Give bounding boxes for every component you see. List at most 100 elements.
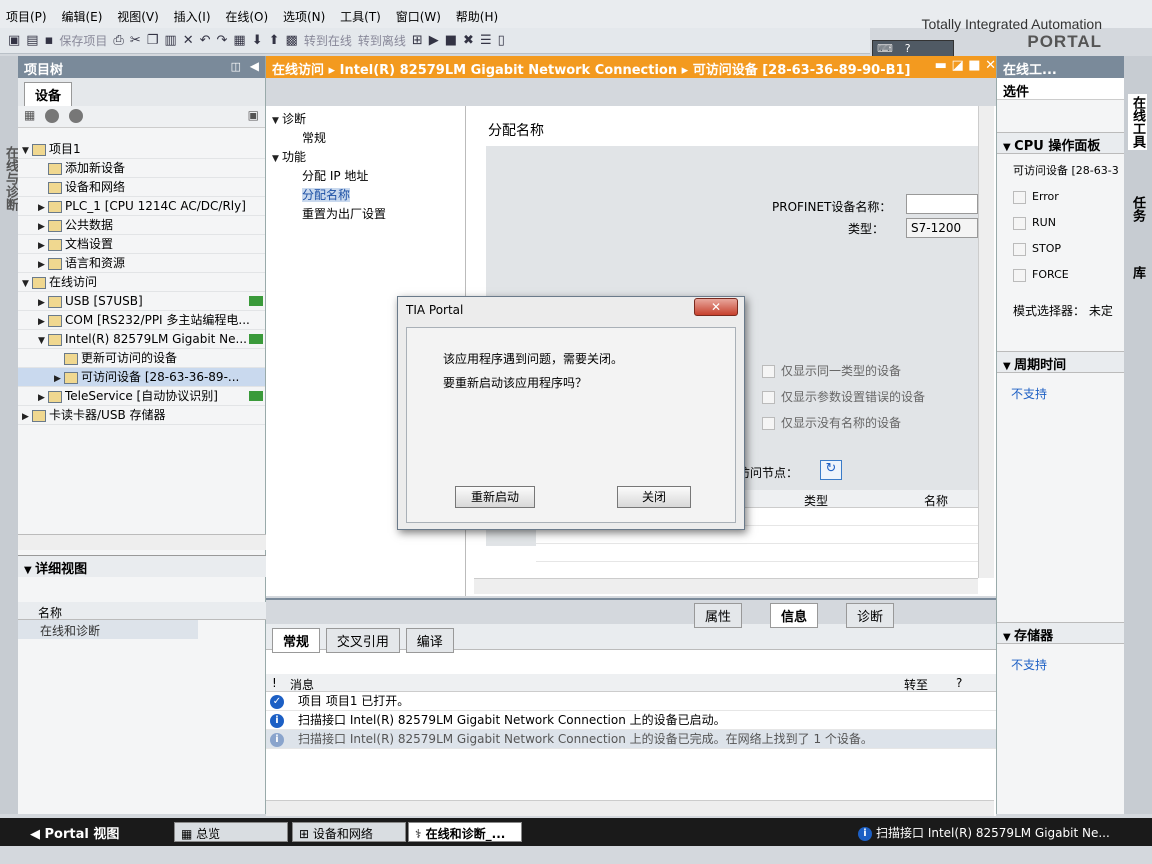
nav-item[interactable]: 分配 IP 地址: [266, 167, 465, 186]
tree-expander-icon[interactable]: ▶: [38, 218, 48, 234]
menu-help[interactable]: 帮助(H): [450, 0, 503, 25]
cross-refs-icon[interactable]: ✖: [463, 33, 474, 48]
breadcrumb-1[interactable]: 在线访问: [272, 63, 324, 78]
tree-item[interactable]: ▶ COM [RS232/PPI 多主站编程电...: [18, 311, 265, 330]
profinet-name-field[interactable]: [906, 194, 978, 214]
start-cpu-icon[interactable]: ▶: [429, 33, 439, 48]
filter-wrong-params-checkbox[interactable]: [762, 391, 775, 404]
detail-view-header[interactable]: ▼ 详细视图: [18, 555, 266, 577]
close-button[interactable]: 关闭: [617, 486, 691, 508]
filter-no-name-checkbox[interactable]: [762, 417, 775, 430]
cut-icon[interactable]: ✂: [130, 33, 141, 48]
save-project-button[interactable]: 保存项目: [59, 32, 107, 49]
libraries-vtab[interactable]: 库: [1128, 266, 1147, 279]
tree-hscrollbar[interactable]: [18, 534, 266, 550]
tree-expander-icon[interactable]: ▶: [38, 237, 48, 253]
nav-expander-icon[interactable]: ▼: [272, 150, 282, 169]
menu-view[interactable]: 视图(V): [111, 0, 164, 25]
tree-expander-icon[interactable]: ▼: [38, 332, 48, 348]
tree-item[interactable]: ▼ 在线访问: [18, 273, 265, 292]
tab-info[interactable]: 信息: [770, 603, 819, 628]
taskbar-overview[interactable]: ▦ 总览: [174, 822, 288, 842]
nav-item[interactable]: ▼ 功能: [266, 148, 465, 167]
copy-icon[interactable]: ❐: [147, 33, 159, 48]
accessible-devices-icon[interactable]: ⊞: [412, 33, 423, 48]
tree-expander-icon[interactable]: ▶: [38, 199, 48, 215]
tree-item[interactable]: ▶ 文档设置: [18, 235, 265, 254]
tree-expander-icon[interactable]: ▶: [54, 370, 64, 386]
tree-expander-icon[interactable]: ▶: [38, 389, 48, 405]
menu-options[interactable]: 选项(N): [277, 0, 330, 25]
tree-item[interactable]: ▶ 公共数据: [18, 216, 265, 235]
tree-settings-icon[interactable]: ▣: [248, 108, 259, 122]
tree-item[interactable]: ▶ 卡读卡器/USB 存储器: [18, 406, 265, 425]
new-item-icon[interactable]: ▦: [24, 108, 35, 122]
stop-cpu-icon[interactable]: ■: [445, 33, 457, 48]
tab-cross-refs[interactable]: 交叉引用: [325, 628, 400, 653]
filter-wrong-params[interactable]: 仅显示参数设置错误的设备: [762, 388, 925, 405]
keyboard-icon[interactable]: ⌨: [873, 42, 893, 55]
tree-item[interactable]: ▶ PLC_1 [CPU 1214C AC/DC/Rly]: [18, 197, 265, 216]
undo-icon[interactable]: ↶: [200, 33, 211, 48]
forward-icon[interactable]: [69, 108, 83, 123]
message-row[interactable]: ✓ 项目 项目1 已打开。: [266, 692, 996, 711]
redo-icon[interactable]: ↷: [217, 33, 228, 48]
split-horizontal-icon[interactable]: ☰: [480, 33, 492, 48]
tasks-vtab[interactable]: 任务: [1128, 196, 1147, 222]
download-icon[interactable]: ⬇: [252, 33, 263, 48]
nav-item[interactable]: 重置为出厂设置: [266, 205, 465, 224]
compile-icon[interactable]: ▦: [233, 33, 245, 48]
editor-window-controls[interactable]: ▬ ◪ ■ ✕: [935, 58, 996, 73]
tree-expander-icon[interactable]: ▶: [38, 294, 48, 310]
tab-general[interactable]: 常规: [272, 628, 321, 653]
cpu-panel-header[interactable]: ▼ CPU 操作面板: [997, 132, 1124, 154]
tree-item[interactable]: ▼ 项目1: [18, 140, 265, 159]
devices-tab[interactable]: 设备: [24, 82, 73, 106]
tree-item[interactable]: ▶ 可访问设备 [28-63-36-89-...: [18, 368, 265, 387]
menu-tools[interactable]: 工具(T): [334, 0, 386, 25]
upload-icon[interactable]: ⬆: [269, 33, 280, 48]
taskbar-status[interactable]: i 扫描接口 Intel(R) 82579LM Gigabit Ne...: [858, 824, 1110, 841]
split-vertical-icon[interactable]: ▯: [498, 33, 505, 48]
menu-online[interactable]: 在线(O): [219, 0, 273, 25]
nav-item[interactable]: ▼ 诊断: [266, 110, 465, 129]
taskbar-online-diag[interactable]: ⚕ 在线和诊断_...: [408, 822, 522, 842]
tree-expander-icon[interactable]: ▼: [22, 275, 32, 291]
breadcrumb-3[interactable]: 可访问设备 [28-63-36-89-90-B1]: [693, 63, 911, 78]
collapse-left-icon[interactable]: ◀: [250, 59, 259, 73]
filter-same-type-checkbox[interactable]: [762, 365, 775, 378]
tree-expander-icon[interactable]: ▼: [22, 142, 32, 158]
tree-item[interactable]: ▶ 语言和资源: [18, 254, 265, 273]
inspector-hscrollbar[interactable]: [266, 800, 994, 816]
menu-edit[interactable]: 编辑(E): [55, 0, 107, 25]
dialog-close-icon[interactable]: ✕: [694, 298, 738, 316]
menu-project[interactable]: 项目(P): [0, 0, 52, 25]
tree-item[interactable]: ▶ USB [S7USB]: [18, 292, 265, 311]
message-row[interactable]: i 扫描接口 Intel(R) 82579LM Gigabit Network C…: [266, 711, 996, 730]
nav-item[interactable]: 分配名称: [266, 186, 465, 205]
nav-item[interactable]: 常规: [266, 129, 465, 148]
online-tools-vtab[interactable]: 在线工具: [1128, 94, 1147, 150]
menu-insert[interactable]: 插入(I): [168, 0, 216, 25]
tree-item[interactable]: 更新可访问的设备: [18, 349, 265, 368]
tree-item[interactable]: ▶ TeleService [自动协议识别]: [18, 387, 265, 406]
detail-item[interactable]: 在线和诊断: [18, 620, 198, 639]
menu-window[interactable]: 窗口(W): [390, 0, 446, 25]
tree-expander-icon[interactable]: ▶: [22, 408, 32, 424]
filter-same-type[interactable]: 仅显示同一类型的设备: [762, 362, 901, 379]
tab-properties[interactable]: 属性: [694, 603, 743, 628]
tree-item[interactable]: 设备和网络: [18, 178, 265, 197]
left-vertical-tab[interactable]: 在线与诊断: [0, 56, 18, 814]
filter-no-name[interactable]: 仅显示没有名称的设备: [762, 414, 901, 431]
simulate-icon[interactable]: ▩: [286, 33, 298, 48]
back-icon[interactable]: [45, 108, 60, 123]
open-project-icon[interactable]: ▤: [26, 33, 38, 48]
message-row[interactable]: i 扫描接口 Intel(R) 82579LM Gigabit Network C…: [266, 730, 996, 749]
tab-diagnostics[interactable]: 诊断: [846, 603, 895, 628]
print-icon[interactable]: ⎙: [113, 33, 123, 48]
restart-button[interactable]: 重新启动: [455, 486, 535, 508]
save-icon[interactable]: ▪: [45, 33, 54, 48]
paste-icon[interactable]: ▥: [164, 33, 176, 48]
go-offline-button[interactable]: 转到离线: [358, 32, 406, 49]
breadcrumb-2[interactable]: Intel(R) 82579LM Gigabit Network Connect…: [340, 63, 677, 78]
